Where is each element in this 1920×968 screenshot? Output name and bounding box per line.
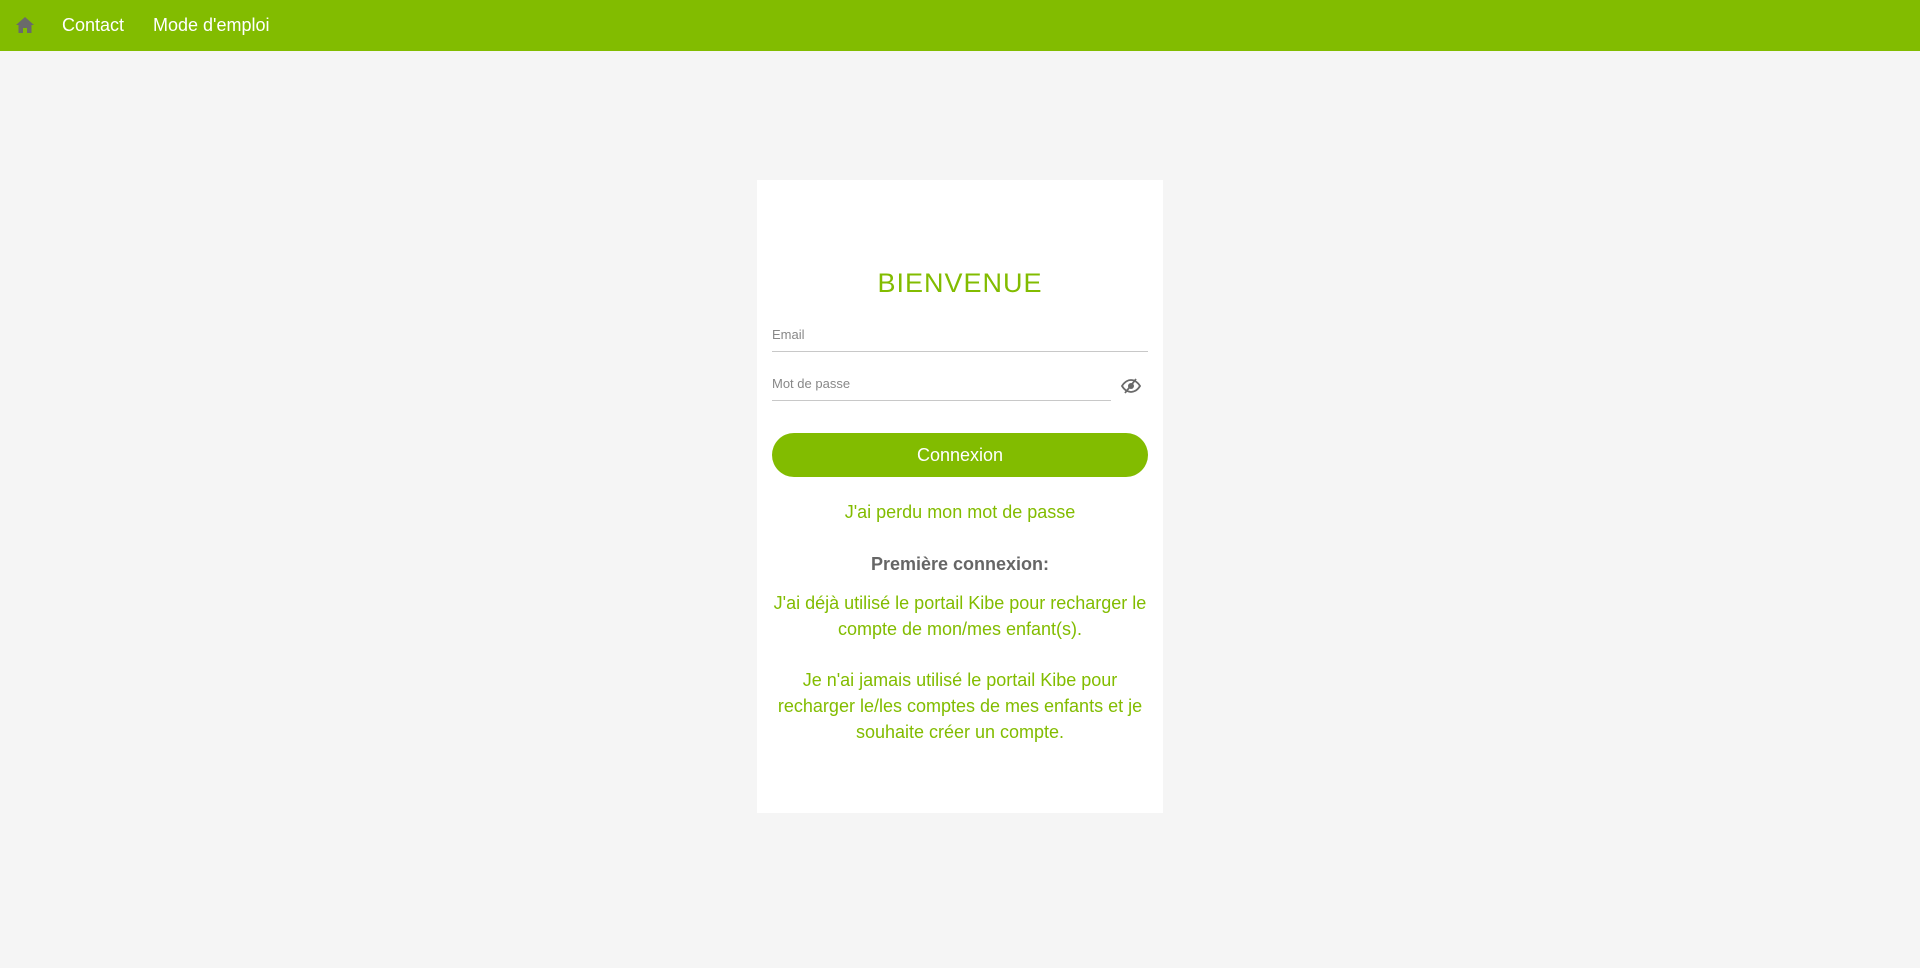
nav-link-contact[interactable]: Contact: [62, 0, 124, 51]
email-field[interactable]: [772, 324, 1148, 352]
login-card: BIENVENUE Connexion J'ai perdu mon mot d…: [757, 180, 1163, 813]
welcome-title: BIENVENUE: [877, 268, 1043, 298]
existing-user-link[interactable]: J'ai déjà utilisé le portail Kibe pour r…: [772, 590, 1148, 642]
password-field[interactable]: [772, 373, 1111, 401]
password-visibility-toggle[interactable]: [1119, 374, 1143, 398]
login-button[interactable]: Connexion: [772, 433, 1148, 477]
eye-slash-icon: [1121, 378, 1141, 394]
lost-password-link[interactable]: J'ai perdu mon mot de passe: [757, 502, 1163, 523]
home-icon: [16, 17, 34, 33]
create-account-link[interactable]: Je n'ai jamais utilisé le portail Kibe p…: [772, 667, 1148, 745]
home-button[interactable]: [13, 13, 37, 37]
first-connection-label: Première connexion:: [870, 554, 1050, 574]
nav-link-mode-emploi[interactable]: Mode d'emploi: [153, 0, 270, 51]
top-navigation-bar: Contact Mode d'emploi: [0, 0, 1920, 51]
